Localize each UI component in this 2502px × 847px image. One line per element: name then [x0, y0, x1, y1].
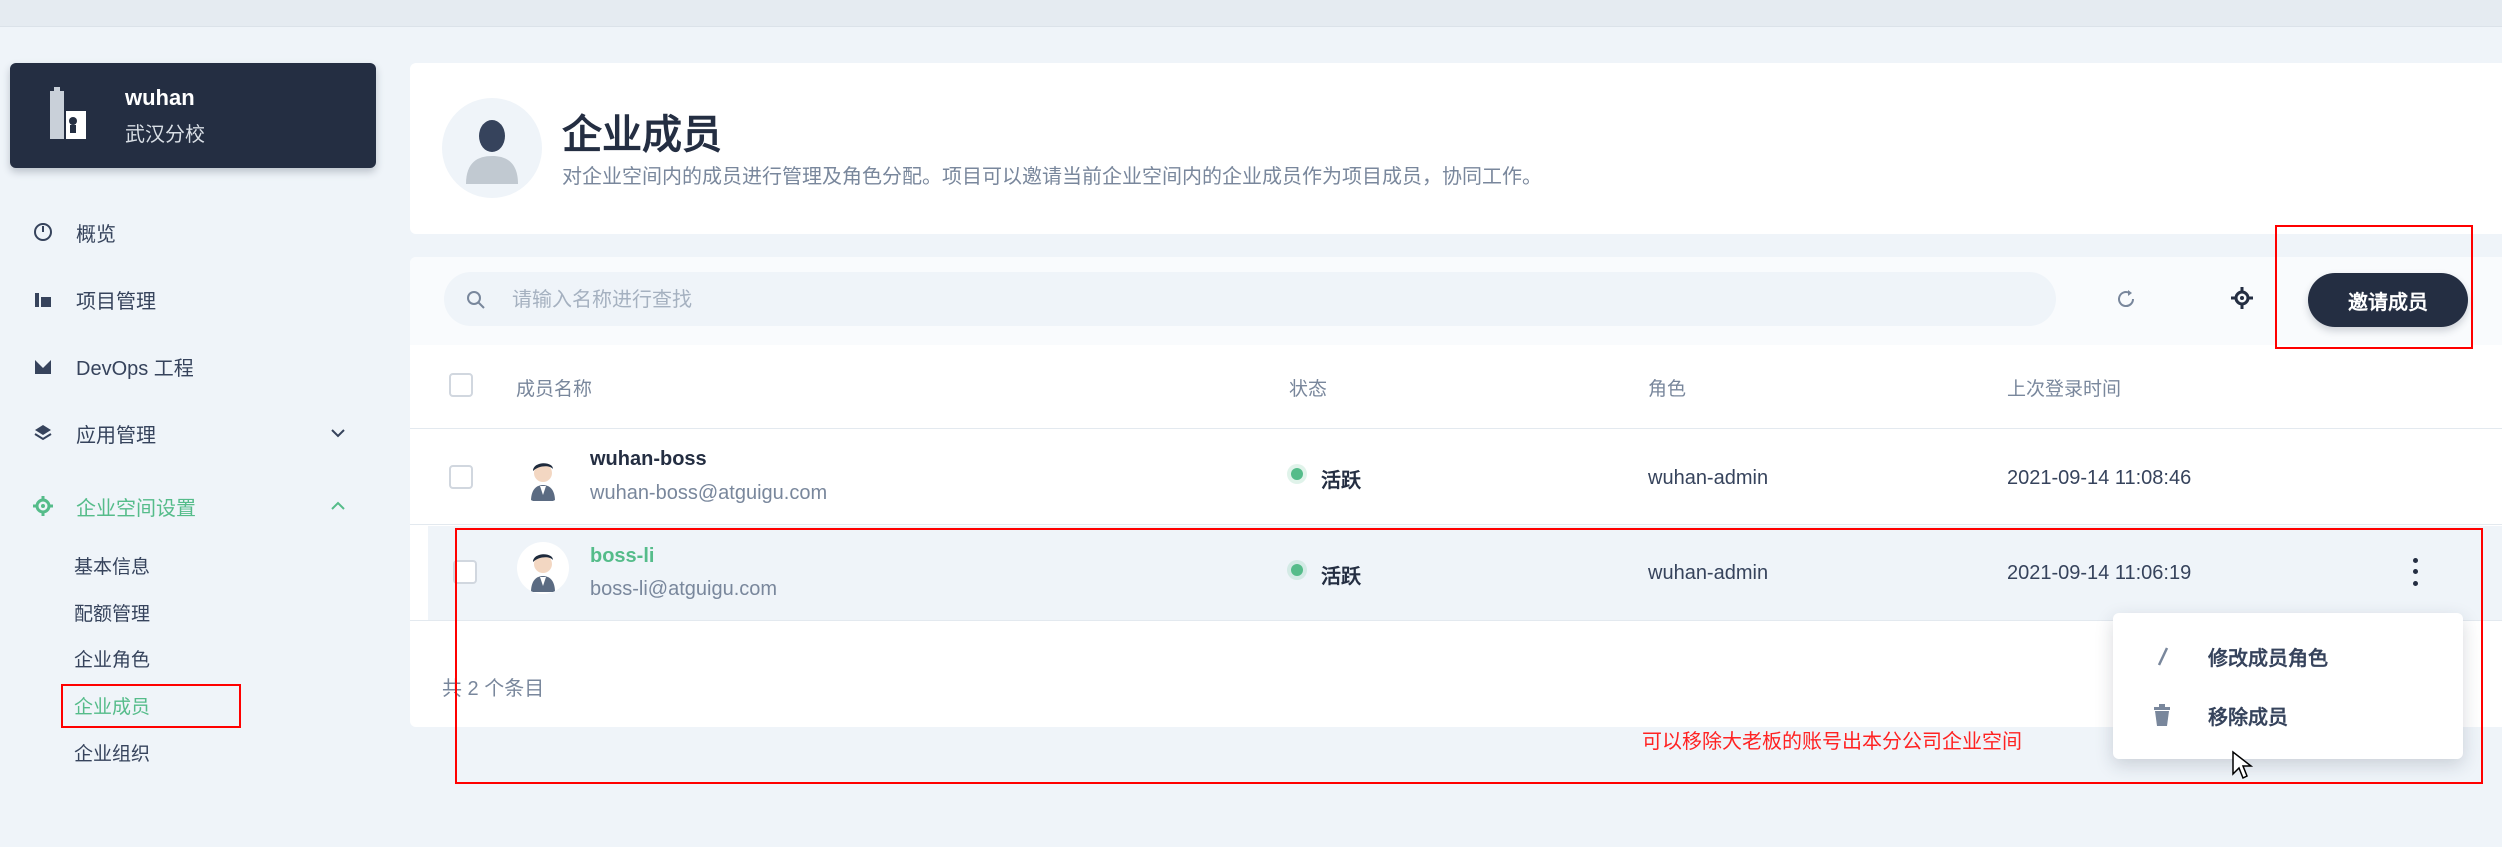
sidebar-item-projects[interactable]: 项目管理 [0, 279, 380, 319]
workspace-subtitle: 武汉分校 [125, 124, 205, 146]
column-header-status[interactable]: 状态 [1289, 374, 1327, 401]
sidebar-item-label: 项目管理 [76, 290, 156, 313]
sidebar-item-label: 概览 [76, 223, 116, 246]
page-title: 企业成员 [562, 113, 722, 157]
column-header-name[interactable]: 成员名称 [516, 374, 592, 401]
devops-icon [32, 355, 54, 377]
annotation-box-member-row [455, 528, 2483, 784]
member-name[interactable]: wuhan-boss [590, 448, 707, 471]
chevron-down-icon [331, 429, 345, 438]
chevron-up-icon [331, 501, 345, 510]
sidebar-item-label: 应用管理 [76, 424, 156, 447]
select-all-checkbox[interactable] [449, 373, 473, 397]
avatar [517, 451, 569, 503]
member-role: wuhan-admin [1648, 467, 1769, 489]
page-description: 对企业空间内的成员进行管理及角色分配。项目可以邀请当前企业空间内的企业成员作为项… [562, 166, 1542, 188]
sidebar-sub-item-roles[interactable]: 企业角色 [74, 645, 150, 672]
gear-icon [32, 495, 54, 517]
member-email: wuhan-boss@atguigu.com [590, 482, 828, 504]
page-header-card [410, 63, 2502, 234]
project-icon [32, 288, 54, 310]
annotation-box-sidebar-members [61, 684, 241, 728]
refresh-icon [2118, 290, 2135, 308]
annotation-box-invite [2275, 225, 2473, 349]
sidebar-sub-item-quota[interactable]: 配额管理 [74, 599, 150, 626]
search-icon [467, 291, 485, 309]
sidebar-sub-item-orgs[interactable]: 企业组织 [74, 739, 150, 766]
workspace-card[interactable]: wuhan 武汉分校 [10, 63, 376, 168]
column-header-last-login[interactable]: 上次登录时间 [2007, 374, 2121, 401]
sidebar-item-overview[interactable]: 概览 [0, 212, 380, 252]
dashboard-icon [32, 221, 54, 243]
column-header-role[interactable]: 角色 [1648, 374, 1686, 401]
search-input[interactable] [510, 272, 2014, 328]
table-settings-button[interactable] [2222, 278, 2262, 318]
building-icon [50, 87, 86, 139]
gear-icon [2231, 287, 2253, 309]
refresh-button[interactable] [2107, 280, 2145, 318]
mouse-cursor-icon [2232, 750, 2253, 780]
divider [410, 428, 2502, 429]
sidebar-item-label: 企业空间设置 [76, 497, 196, 520]
app-icon [32, 422, 54, 444]
row-checkbox[interactable] [449, 465, 473, 489]
top-bar [0, 0, 2502, 27]
sidebar-sub-item-basic-info[interactable]: 基本信息 [74, 552, 150, 579]
sidebar-item-workspace-settings[interactable]: 企业空间设置 [0, 486, 380, 526]
sidebar-item-apps[interactable]: 应用管理 [0, 413, 380, 453]
sidebar-item-label: DevOps 工程 [76, 357, 194, 380]
last-login-time: 2021-09-14 11:08:46 [2007, 467, 2192, 489]
divider [410, 524, 2502, 525]
sidebar-item-devops[interactable]: DevOps 工程 [0, 346, 380, 386]
status-dot-icon [1291, 468, 1303, 480]
member-avatar-icon [442, 98, 542, 198]
annotation-text: 可以移除大老板的账号出本分公司企业空间 [1642, 731, 2022, 753]
workspace-name: wuhan [125, 85, 195, 110]
status-text: 活跃 [1321, 470, 1361, 492]
